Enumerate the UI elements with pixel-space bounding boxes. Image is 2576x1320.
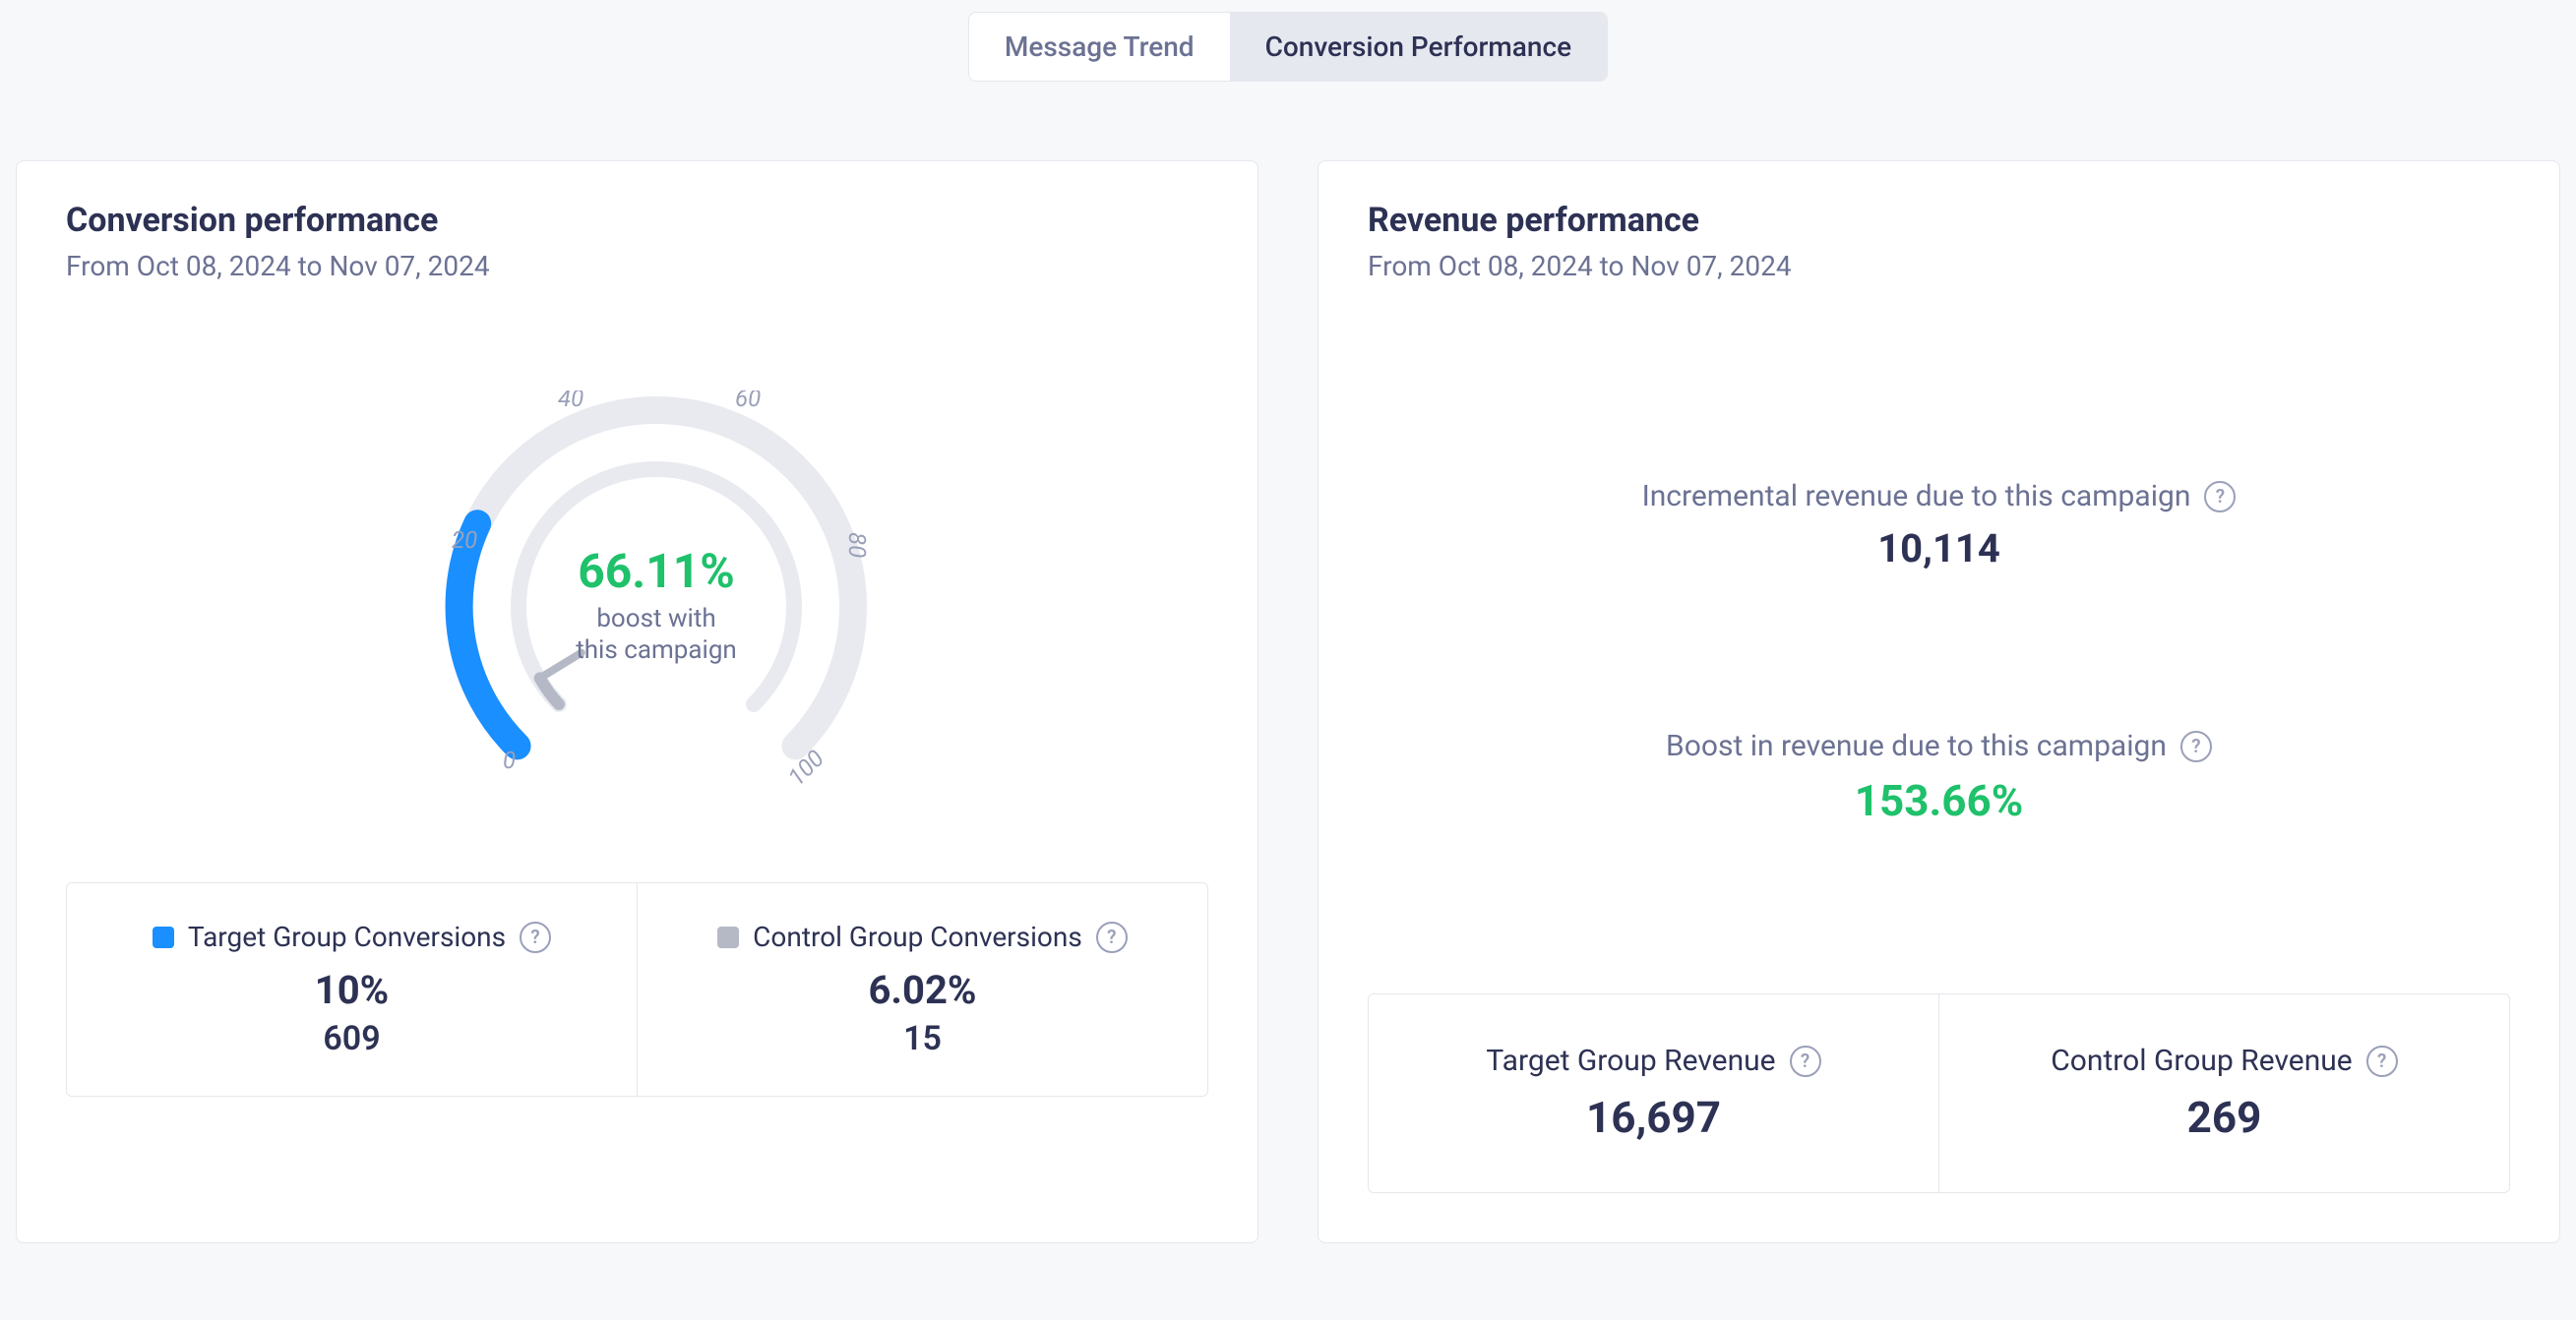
control-conversion-count: 15	[657, 1019, 1188, 1058]
tab-bar-inner: Message Trend Conversion Performance	[968, 12, 1608, 82]
tab-bar: Message Trend Conversion Performance	[16, 0, 2560, 82]
revenue-boost-label-row: Boost in revenue due to this campaign ?	[1666, 729, 2212, 763]
revenue-performance-card: Revenue performance From Oct 08, 2024 to…	[1318, 160, 2560, 1243]
card-subtitle: From Oct 08, 2024 to Nov 07, 2024	[66, 250, 1208, 282]
card-title: Revenue performance	[1368, 201, 2510, 240]
target-conversion-pct: 10%	[87, 967, 617, 1013]
target-conversion-label-row: Target Group Conversions ?	[87, 921, 617, 953]
tab-conversion-performance[interactable]: Conversion Performance	[1230, 13, 1608, 81]
incremental-revenue-kpi: Incremental revenue due to this campaign…	[1368, 479, 2510, 571]
incremental-revenue-value: 10,114	[1368, 525, 2510, 571]
svg-text:66.11%: 66.11%	[578, 543, 735, 599]
target-conversion-box: Target Group Conversions ? 10% 609	[67, 883, 637, 1096]
svg-text:40: 40	[558, 390, 583, 412]
control-revenue-label: Control Group Revenue	[2051, 1044, 2352, 1078]
svg-text:80: 80	[843, 532, 871, 558]
target-revenue-label-row: Target Group Revenue ?	[1486, 1044, 1820, 1078]
revenue-boost-label: Boost in revenue due to this campaign	[1666, 729, 2167, 763]
control-conversion-label: Control Group Conversions	[753, 921, 1082, 953]
target-revenue-box: Target Group Revenue ? 16,697	[1369, 994, 1938, 1192]
svg-text:60: 60	[735, 390, 761, 412]
revenue-boost-value: 153.66%	[1368, 775, 2510, 826]
conversion-gauge-chart: 0 20 40 60 80 100 66.11% boost with this…	[440, 390, 873, 823]
gauge-wrap: 0 20 40 60 80 100 66.11% boost with this…	[66, 282, 1208, 882]
revenue-boxes: Target Group Revenue ? 16,697 Control Gr…	[1368, 993, 2510, 1193]
target-conversion-count: 609	[87, 1019, 617, 1058]
control-revenue-value: 269	[1959, 1092, 2489, 1143]
help-icon[interactable]: ?	[2204, 481, 2236, 512]
control-revenue-label-row: Control Group Revenue ?	[2051, 1044, 2397, 1078]
control-conversion-box: Control Group Conversions ? 6.02% 15	[637, 883, 1207, 1096]
svg-text:0: 0	[503, 747, 516, 774]
conversion-performance-card: Conversion performance From Oct 08, 2024…	[16, 160, 1258, 1243]
control-conversion-label-row: Control Group Conversions ?	[657, 921, 1188, 953]
target-conversion-label: Target Group Conversions	[188, 921, 506, 953]
control-conversion-pct: 6.02%	[657, 967, 1188, 1013]
help-icon[interactable]: ?	[1096, 922, 1128, 953]
incremental-revenue-label-row: Incremental revenue due to this campaign…	[1642, 479, 2237, 513]
svg-text:20: 20	[452, 526, 477, 554]
target-swatch-icon	[153, 927, 174, 948]
help-icon[interactable]: ?	[2180, 731, 2212, 762]
help-icon[interactable]: ?	[2366, 1046, 2398, 1077]
incremental-revenue-label: Incremental revenue due to this campaign	[1642, 479, 2191, 513]
target-revenue-label: Target Group Revenue	[1486, 1044, 1775, 1078]
svg-text:this campaign: this campaign	[576, 635, 737, 665]
dashboard-grid: Conversion performance From Oct 08, 2024…	[16, 160, 2560, 1243]
control-revenue-box: Control Group Revenue ? 269	[1938, 994, 2509, 1192]
conversion-boxes: Target Group Conversions ? 10% 609 Contr…	[66, 882, 1208, 1097]
tab-message-trend[interactable]: Message Trend	[969, 13, 1230, 81]
card-subtitle: From Oct 08, 2024 to Nov 07, 2024	[1368, 250, 2510, 282]
svg-text:boost with: boost with	[596, 604, 715, 633]
revenue-boost-kpi: Boost in revenue due to this campaign ? …	[1368, 729, 2510, 826]
help-icon[interactable]: ?	[1790, 1046, 1821, 1077]
control-swatch-icon	[717, 927, 739, 948]
card-title: Conversion performance	[66, 201, 1208, 240]
target-revenue-value: 16,697	[1388, 1092, 1919, 1143]
help-icon[interactable]: ?	[520, 922, 551, 953]
